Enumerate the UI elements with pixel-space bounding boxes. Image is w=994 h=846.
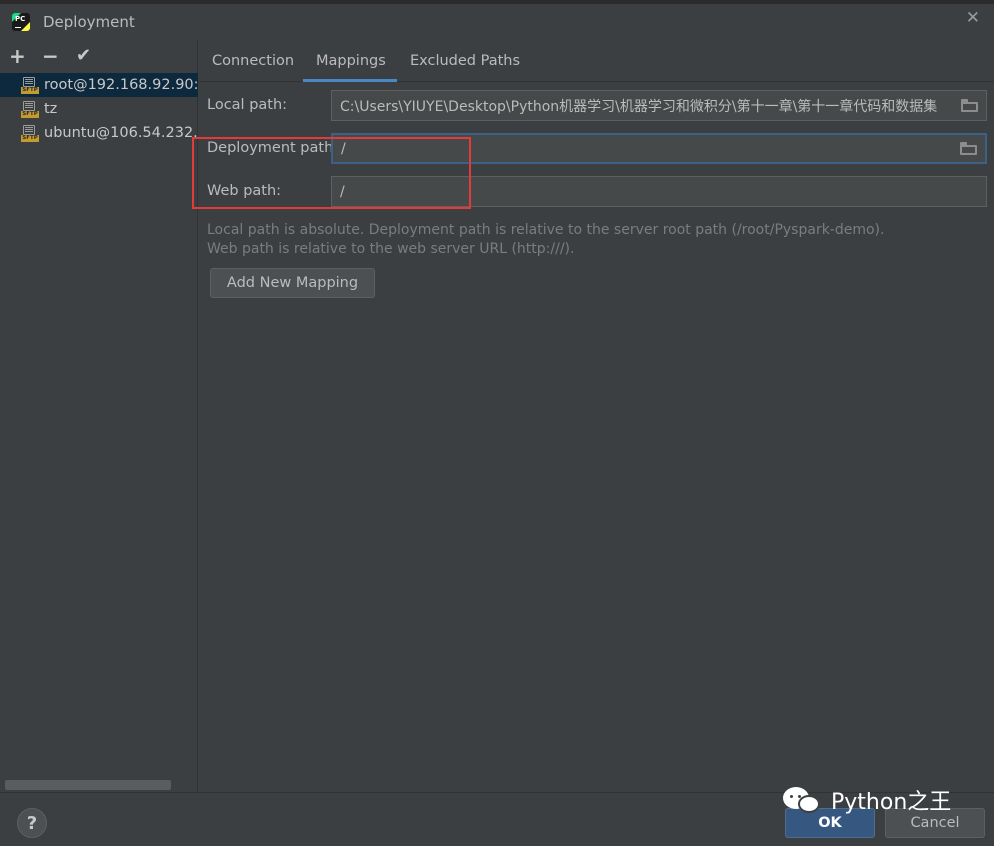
hint-text-line1: Local path is absolute. Deployment path … bbox=[207, 222, 885, 238]
web-path-field[interactable] bbox=[331, 176, 987, 207]
server-item-label: ubuntu@106.54.232.11 bbox=[44, 125, 198, 141]
server-item-tz[interactable]: SFTP tz bbox=[0, 97, 198, 121]
active-tab-indicator bbox=[303, 79, 397, 82]
tab-connection[interactable]: Connection bbox=[212, 53, 294, 69]
server-item-label: tz bbox=[44, 101, 58, 117]
add-server-button[interactable]: + bbox=[9, 46, 26, 66]
deployment-path-label: Deployment path: bbox=[207, 140, 339, 156]
deployment-path-input[interactable] bbox=[341, 140, 941, 157]
hint-text-line2: Web path is relative to the web server U… bbox=[207, 241, 575, 257]
server-item-root[interactable]: SFTP root@192.168.92.90:22 bbox=[0, 73, 198, 97]
window-title: Deployment bbox=[43, 13, 135, 31]
apply-server-button[interactable]: ✔ bbox=[76, 46, 91, 66]
folder-icon[interactable] bbox=[960, 142, 977, 155]
local-path-field[interactable]: C:\Users\YIUYE\Desktop\Python机器学习\机器学习和微… bbox=[331, 90, 987, 121]
title-bar: PC Deployment ✕ bbox=[0, 4, 994, 40]
server-item-ubuntu[interactable]: SFTP ubuntu@106.54.232.11 bbox=[0, 121, 198, 145]
server-sidebar: + − ✔ SFTP root@192.168.92.90:22 SFTP tz… bbox=[0, 40, 198, 792]
cancel-button[interactable]: Cancel bbox=[885, 808, 985, 838]
help-button[interactable]: ? bbox=[17, 808, 47, 838]
deployment-path-field[interactable] bbox=[331, 133, 987, 164]
pycharm-icon: PC bbox=[12, 13, 30, 31]
web-path-label: Web path: bbox=[207, 183, 282, 199]
local-path-label: Local path: bbox=[207, 97, 288, 113]
ok-button[interactable]: OK bbox=[785, 808, 875, 838]
server-item-label: root@192.168.92.90:22 bbox=[44, 77, 198, 93]
sftp-server-icon: SFTP bbox=[21, 76, 39, 94]
close-icon[interactable]: ✕ bbox=[966, 8, 980, 28]
folder-icon[interactable] bbox=[961, 99, 978, 112]
sftp-server-icon: SFTP bbox=[21, 124, 39, 142]
web-path-input[interactable] bbox=[340, 183, 940, 200]
tab-mappings[interactable]: Mappings bbox=[316, 53, 386, 69]
sidebar-horizontal-scrollbar[interactable] bbox=[5, 780, 171, 790]
tab-excluded-paths[interactable]: Excluded Paths bbox=[410, 53, 520, 69]
sftp-server-icon: SFTP bbox=[21, 100, 39, 118]
tab-bar: Connection Mappings Excluded Paths bbox=[199, 40, 994, 82]
remove-server-button[interactable]: − bbox=[42, 46, 59, 66]
add-new-mapping-button[interactable]: Add New Mapping bbox=[210, 268, 375, 298]
local-path-value: C:\Users\YIUYE\Desktop\Python机器学习\机器学习和微… bbox=[340, 98, 938, 115]
